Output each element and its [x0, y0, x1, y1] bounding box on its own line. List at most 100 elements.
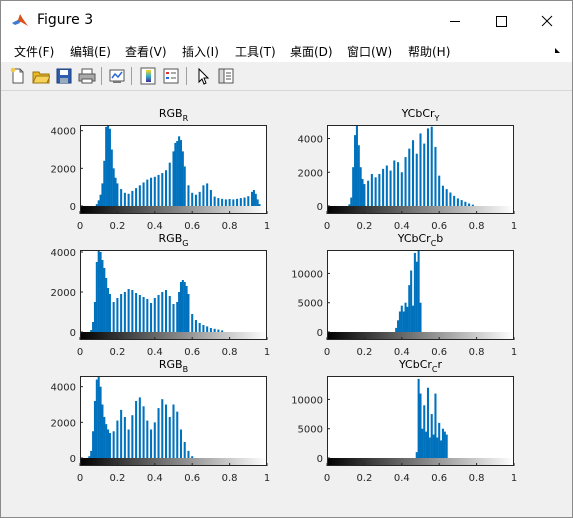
x-tick-label: 0.4: [394, 347, 410, 358]
x-tick-label: 0.6: [431, 473, 447, 484]
plot-title: RGBG: [159, 232, 189, 248]
y-tick-label: 4000: [51, 248, 76, 259]
histogram-bar: [256, 199, 259, 206]
histogram-bar: [389, 170, 392, 206]
y-tick-label: 2000: [51, 164, 76, 175]
histogram-bar: [251, 191, 254, 206]
histogram-bar: [112, 431, 115, 458]
histogram-bar: [202, 325, 205, 332]
y-tick-label: 4000: [51, 383, 76, 394]
histogram-bar: [194, 320, 197, 332]
histogram-bar: [432, 434, 435, 458]
histogram-plot-2: 0 2000 4000 0 0.2 0.4 0.6 0.8 1 YCbCrY: [298, 107, 518, 232]
histogram-bar: [107, 288, 110, 332]
histogram-bar: [179, 282, 183, 332]
histogram-bar: [92, 431, 95, 458]
histogram-bar: [168, 162, 171, 206]
histogram-bar: [105, 278, 108, 332]
intensity-colorbar: [80, 206, 267, 214]
x-tick-label: 0: [77, 347, 83, 358]
histogram-bar: [164, 170, 168, 206]
plot-title: RGBR: [159, 107, 189, 123]
x-tick-label: 0: [324, 347, 330, 358]
histogram-bar: [112, 168, 115, 206]
histogram-bar: [411, 140, 415, 206]
histogram-bar: [425, 431, 428, 458]
histogram-bar: [213, 196, 216, 206]
histogram-bar: [131, 190, 134, 206]
histogram-bar: [97, 376, 100, 458]
histogram-bar: [178, 136, 181, 206]
histogram-bar: [161, 292, 164, 332]
histogram-bar: [217, 329, 220, 332]
x-tick-label: 0: [77, 473, 83, 484]
histogram-bar: [187, 450, 190, 458]
histogram-bar: [131, 290, 134, 332]
x-tick-label: 1: [511, 347, 517, 358]
x-tick-label: 0.2: [109, 473, 125, 484]
y-tick-label: 2000: [51, 418, 76, 429]
histogram-bar: [400, 172, 403, 206]
histogram-bar: [101, 183, 104, 206]
plot-title: YCbCrCb: [397, 232, 444, 248]
histogram-bar: [150, 429, 153, 458]
histogram-bar: [468, 203, 471, 206]
histogram-bar: [93, 400, 96, 458]
x-tick-label: 0.8: [469, 221, 485, 232]
histogram-bar: [174, 142, 177, 206]
intensity-colorbar: [80, 332, 267, 340]
x-tick-label: 1: [264, 221, 270, 232]
histogram-bar: [434, 393, 437, 458]
histogram-bar: [456, 198, 459, 206]
histogram-bar: [108, 128, 111, 206]
histogram-bar: [438, 175, 441, 207]
histogram-bar: [127, 193, 130, 206]
histogram-bar: [419, 133, 422, 206]
histogram-bar: [120, 294, 123, 332]
histogram-bar: [93, 302, 96, 332]
histogram-bar: [404, 302, 407, 332]
histogram-plot-4: 0 5000 10000 0 0.2 0.4 0.6 0.8 1 YCbCrCb: [291, 232, 517, 358]
histogram-bar: [157, 408, 160, 458]
histogram-bar: [172, 304, 175, 332]
histogram-bar: [417, 378, 420, 458]
x-tick-label: 1: [511, 221, 517, 232]
histogram-bar: [232, 199, 235, 206]
histogram-bar: [247, 196, 250, 206]
histogram-bar: [417, 250, 420, 332]
x-tick-label: 0.2: [356, 347, 372, 358]
histogram-bar: [120, 409, 123, 458]
histogram-bar: [363, 184, 366, 206]
intensity-colorbar: [327, 206, 514, 214]
histogram-bar: [426, 387, 430, 458]
histogram-bar: [198, 191, 201, 206]
histogram-bar: [402, 311, 405, 332]
histogram-bar: [441, 185, 444, 206]
histogram-bar: [103, 417, 106, 458]
histogram-bar: [415, 153, 418, 206]
y-tick-label: 10000: [291, 269, 323, 280]
histogram-bar: [355, 125, 358, 206]
histogram-bar: [108, 294, 111, 332]
histogram-bar: [135, 188, 138, 206]
histogram-bar: [445, 434, 448, 458]
histogram-bar: [352, 167, 355, 206]
histogram-bar: [206, 326, 209, 332]
histogram-bar: [153, 176, 156, 206]
x-tick-label: 1: [511, 473, 517, 484]
histogram-bar: [471, 204, 474, 206]
x-tick-label: 0.2: [109, 221, 125, 232]
x-tick-label: 1: [264, 347, 270, 358]
histogram-bar: [382, 168, 385, 207]
histogram-bar: [164, 290, 168, 332]
x-tick-label: 0.8: [222, 347, 238, 358]
histogram-bar: [142, 297, 145, 332]
histogram-bar: [430, 414, 433, 458]
histogram-bar: [441, 428, 444, 458]
histogram-bar: [112, 302, 115, 332]
histogram-bar: [146, 299, 149, 332]
histogram-bar: [116, 298, 119, 332]
histogram-bar: [90, 450, 93, 458]
x-tick-label: 1: [264, 473, 270, 484]
histogram-bar: [370, 173, 373, 206]
